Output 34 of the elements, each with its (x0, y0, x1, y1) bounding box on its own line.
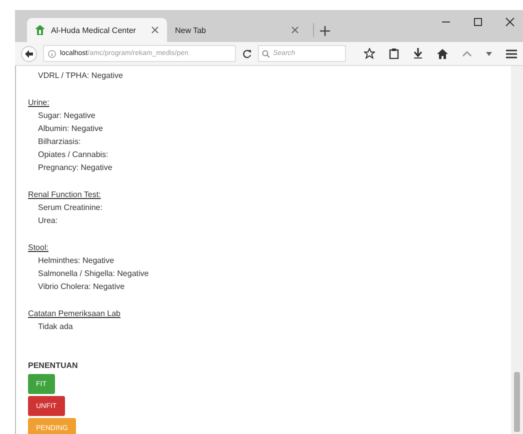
result-text: Helminthes: Negative (37, 255, 114, 267)
close-icon[interactable] (151, 26, 159, 34)
section-heading: Urine: (28, 97, 50, 109)
result-text: Vibrio Cholera: Negative (37, 281, 125, 293)
download-icon[interactable] (413, 48, 423, 59)
caret-icon[interactable] (486, 50, 492, 56)
home-icon[interactable] (437, 48, 448, 58)
star-icon[interactable] (364, 48, 375, 59)
reload-icon[interactable] (242, 48, 252, 58)
new-tab-icon[interactable] (320, 26, 330, 36)
scrollbar-thumb[interactable] (514, 372, 520, 432)
close-icon[interactable] (291, 26, 299, 34)
browser-tab[interactable]: New Tab (167, 18, 307, 42)
close-icon[interactable] (505, 17, 515, 27)
result-text: Opiates / Cannabis: (37, 149, 108, 161)
clipboard-icon[interactable] (389, 48, 399, 59)
result-text: Sugar: Negative (37, 110, 96, 122)
result-text: Serum Creatinine: (37, 202, 102, 214)
menu-icon[interactable] (506, 48, 517, 58)
result-text: VDRL / TPHA: Negative (37, 70, 123, 82)
decision-heading: PENENTUAN (28, 360, 78, 372)
section-heading: Stool: (28, 242, 48, 254)
section-heading: Catatan Pemeriksaan Lab (28, 308, 120, 320)
result-text: Tidak ada (37, 321, 73, 333)
back-icon[interactable] (21, 46, 37, 62)
section-heading: Renal Function Test: (28, 189, 101, 201)
result-text: Albumin: Negative (37, 123, 103, 135)
result-text: Salmonella / Shigella: Negative (37, 268, 149, 280)
info-icon (48, 50, 56, 58)
browser-tab[interactable]: Al-Huda Medical Center (27, 18, 167, 42)
maximize-icon[interactable] (473, 17, 483, 27)
result-text: Bilharziasis: (37, 136, 81, 148)
result-text: Pregnancy: Negative (37, 162, 112, 174)
result-text: Urea: (37, 215, 58, 227)
